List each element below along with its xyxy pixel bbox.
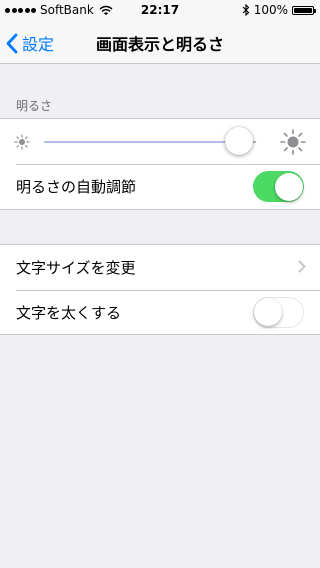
status-bar: SoftBank 22:17 100% [0, 0, 320, 20]
navigation-bar: 設定 画面表示と明るさ [0, 20, 320, 64]
battery-percent: 100% [253, 3, 288, 17]
bluetooth-icon [242, 4, 249, 16]
brightness-slider-row [0, 119, 320, 164]
bold-text-row: 文字を太くする [0, 290, 320, 335]
sun-small-icon [14, 134, 30, 150]
page-title: 画面表示と明るさ [95, 35, 224, 54]
brightness-group: 明るさの自動調節 [0, 118, 320, 210]
text-group: 文字サイズを変更 文字を太くする [0, 244, 320, 335]
auto-brightness-label: 明るさの自動調節 [16, 178, 137, 196]
brightness-slider-thumb[interactable] [225, 127, 254, 155]
auto-brightness-row: 明るさの自動調節 [0, 164, 320, 209]
text-size-label: 文字サイズを変更 [16, 259, 136, 277]
battery-icon [292, 5, 316, 15]
text-size-row[interactable]: 文字サイズを変更 [0, 245, 320, 290]
sun-large-icon [280, 129, 306, 155]
chevron-right-icon [298, 260, 306, 273]
section-header-brightness: 明るさ [16, 99, 53, 113]
bold-text-label: 文字を太くする [16, 304, 122, 322]
auto-brightness-toggle[interactable] [253, 171, 304, 202]
bold-text-toggle[interactable] [253, 297, 304, 328]
